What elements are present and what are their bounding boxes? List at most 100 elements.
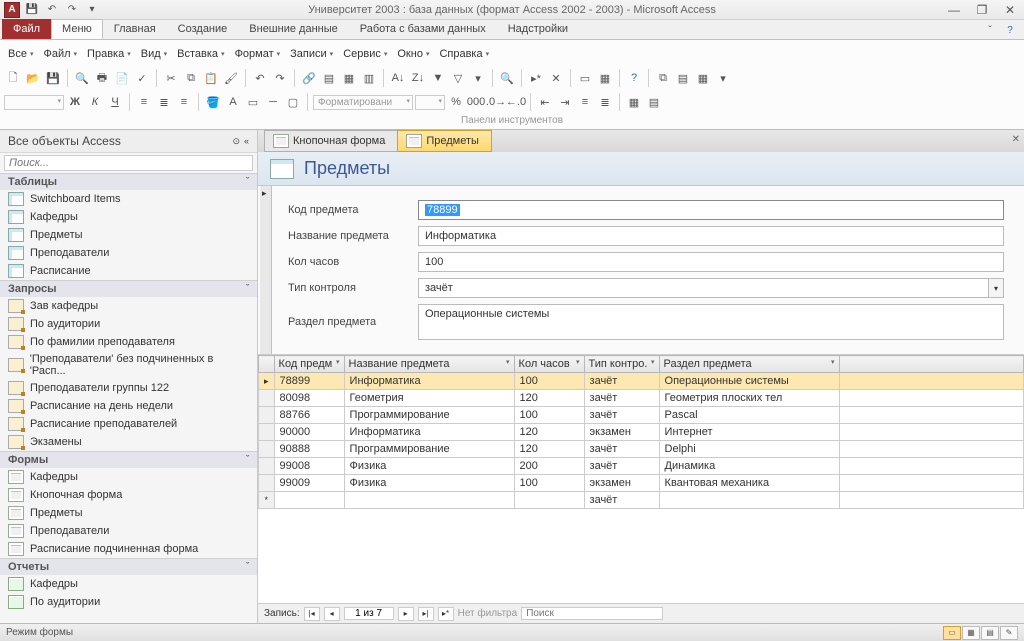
nav-item[interactable]: По аудитории [0, 593, 257, 611]
tab-Надстройки[interactable]: Надстройки [497, 19, 579, 39]
form-icon[interactable]: ▤ [320, 69, 338, 87]
col-header[interactable]: Кол часов [514, 356, 584, 373]
menu-Сервис[interactable]: Сервис [339, 46, 391, 62]
nav-item[interactable]: Зав кафедры [0, 297, 257, 315]
minimize-button[interactable]: — [944, 3, 964, 17]
col-header[interactable]: Тип контро. [584, 356, 659, 373]
code-icon[interactable]: ▦ [694, 69, 712, 87]
table-new-row[interactable]: зачёт [259, 492, 1024, 509]
save-icon[interactable]: 💾 [44, 69, 62, 87]
menu-Записи[interactable]: Записи [286, 46, 337, 62]
undo-icon[interactable]: ↶ [44, 2, 60, 18]
nav-item[interactable]: 'Преподаватели' без подчиненных в 'Расп.… [0, 351, 257, 379]
filter-toggle-icon[interactable]: ▾ [469, 69, 487, 87]
nav-group-Формы[interactable]: Формыˇ [0, 451, 257, 468]
inc-decimal-icon[interactable]: .0→ [487, 93, 505, 111]
currency-icon[interactable]: % [447, 93, 465, 111]
nav-header[interactable]: Все объекты Access ⊙ « [0, 130, 257, 153]
datasheet[interactable]: Код предмНазвание предметаКол часовТип к… [258, 355, 1024, 603]
save-icon[interactable]: 💾 [24, 2, 40, 18]
table-row[interactable]: 99009Физика100экзаменКвантовая механика [259, 475, 1024, 492]
line-color-icon[interactable]: ▭ [244, 93, 262, 111]
record-selector[interactable] [260, 186, 272, 354]
align-center-icon[interactable]: ≣ [155, 93, 173, 111]
object-drop[interactable] [4, 95, 64, 110]
doc-tab-Кнопочная форма[interactable]: Кнопочная форма [264, 130, 398, 152]
thousands-icon[interactable]: 000 [467, 93, 485, 111]
nav-item[interactable]: Преподаватели [0, 244, 257, 262]
db-window-icon[interactable]: ▭ [576, 69, 594, 87]
nav-item[interactable]: Расписание подчиненная форма [0, 540, 257, 558]
menu-Вид[interactable]: Вид [137, 46, 171, 62]
new-obj-icon[interactable]: ▦ [596, 69, 614, 87]
spell-icon[interactable]: ✓ [133, 69, 151, 87]
nav-item[interactable]: Экзамены [0, 433, 257, 451]
field-input[interactable]: зачёт [418, 278, 988, 298]
field-input[interactable]: 78899 [418, 200, 1004, 220]
menu-Вставка[interactable]: Вставка [173, 46, 228, 62]
search-icon[interactable]: 🔍 [73, 69, 91, 87]
open-icon[interactable]: 📂 [24, 69, 42, 87]
gridlines-icon[interactable]: ▦ [625, 93, 643, 111]
alt-fill-icon[interactable]: ▤ [645, 93, 663, 111]
format-painter-icon[interactable]: 🖌 [222, 69, 240, 87]
align-right-icon[interactable]: ≡ [175, 93, 193, 111]
nav-item[interactable]: Преподаватели [0, 522, 257, 540]
nav-group-Отчеты[interactable]: Отчетыˇ [0, 558, 257, 575]
datasheet-icon[interactable]: ▦ [340, 69, 358, 87]
align-left-icon[interactable]: ≡ [135, 93, 153, 111]
tab-Внешние данные[interactable]: Внешние данные [238, 19, 348, 39]
table-row[interactable]: 90000Информатика120экзаменИнтернет [259, 424, 1024, 441]
numbering-icon[interactable]: ≣ [596, 93, 614, 111]
recnav-search[interactable] [521, 607, 663, 620]
recnav-first[interactable]: |◂ [304, 607, 320, 621]
nav-item[interactable]: Кафедры [0, 208, 257, 226]
recnav-prev[interactable]: ◂ [324, 607, 340, 621]
tab-Главная[interactable]: Главная [103, 19, 167, 39]
col-header[interactable]: Раздел предмета [659, 356, 839, 373]
view-datasheet-button[interactable]: ▦ [962, 626, 980, 640]
more-icon[interactable]: ▾ [714, 69, 732, 87]
indent-dec-icon[interactable]: ⇤ [536, 93, 554, 111]
filter-icon[interactable]: ▼ [429, 69, 447, 87]
new-record-icon[interactable]: ▸* [527, 69, 545, 87]
line-width-icon[interactable]: ─ [264, 93, 282, 111]
menu-Правка[interactable]: Правка [83, 46, 135, 62]
undo-icon[interactable]: ↶ [251, 69, 269, 87]
indent-inc-icon[interactable]: ⇥ [556, 93, 574, 111]
help-icon[interactable]: ? [1002, 22, 1018, 38]
nav-item[interactable]: Расписание [0, 262, 257, 280]
paste-icon[interactable]: 📋 [202, 69, 220, 87]
tab-Меню[interactable]: Меню [51, 19, 103, 39]
restore-button[interactable]: ❐ [972, 3, 992, 17]
recnav-new[interactable]: ▸* [438, 607, 454, 621]
tab-file[interactable]: Файл [2, 19, 51, 39]
menu-Формат[interactable]: Формат [231, 46, 285, 62]
nav-item[interactable]: Кафедры [0, 468, 257, 486]
field-input[interactable]: 100 [418, 252, 1004, 272]
print-icon[interactable]: 🖶 [93, 69, 111, 87]
nav-collapse-icon[interactable]: « [244, 136, 249, 147]
font-color-icon[interactable]: A [224, 93, 242, 111]
sort-desc-icon[interactable]: Z↓ [409, 69, 427, 87]
nav-item[interactable]: Предметы [0, 226, 257, 244]
view-layout-button[interactable]: ▤ [981, 626, 999, 640]
doc-tab-Предметы[interactable]: Предметы [397, 130, 492, 152]
ribbon-min-icon[interactable]: ˇ [982, 22, 998, 38]
recnav-last[interactable]: ▸| [418, 607, 434, 621]
nav-item[interactable]: Switchboard Items [0, 190, 257, 208]
cut-icon[interactable]: ✂ [162, 69, 180, 87]
underline-icon[interactable]: Ч [106, 93, 124, 111]
menu-Файл[interactable]: Файл [39, 46, 81, 62]
redo-icon[interactable]: ↷ [271, 69, 289, 87]
view-design-button[interactable]: ✎ [1000, 626, 1018, 640]
nav-search-input[interactable] [4, 155, 253, 171]
field-input[interactable]: Операционные системы [418, 304, 1004, 340]
menu-Окно[interactable]: Окно [393, 46, 433, 62]
new-icon[interactable]: 🗋 [4, 69, 22, 87]
preview-icon[interactable]: 📄 [113, 69, 131, 87]
nav-item[interactable]: По фамилии преподавателя [0, 333, 257, 351]
nav-item[interactable]: Кнопочная форма [0, 486, 257, 504]
nav-item[interactable]: Преподаватели группы 122 [0, 379, 257, 397]
find-icon[interactable]: 🔍 [498, 69, 516, 87]
